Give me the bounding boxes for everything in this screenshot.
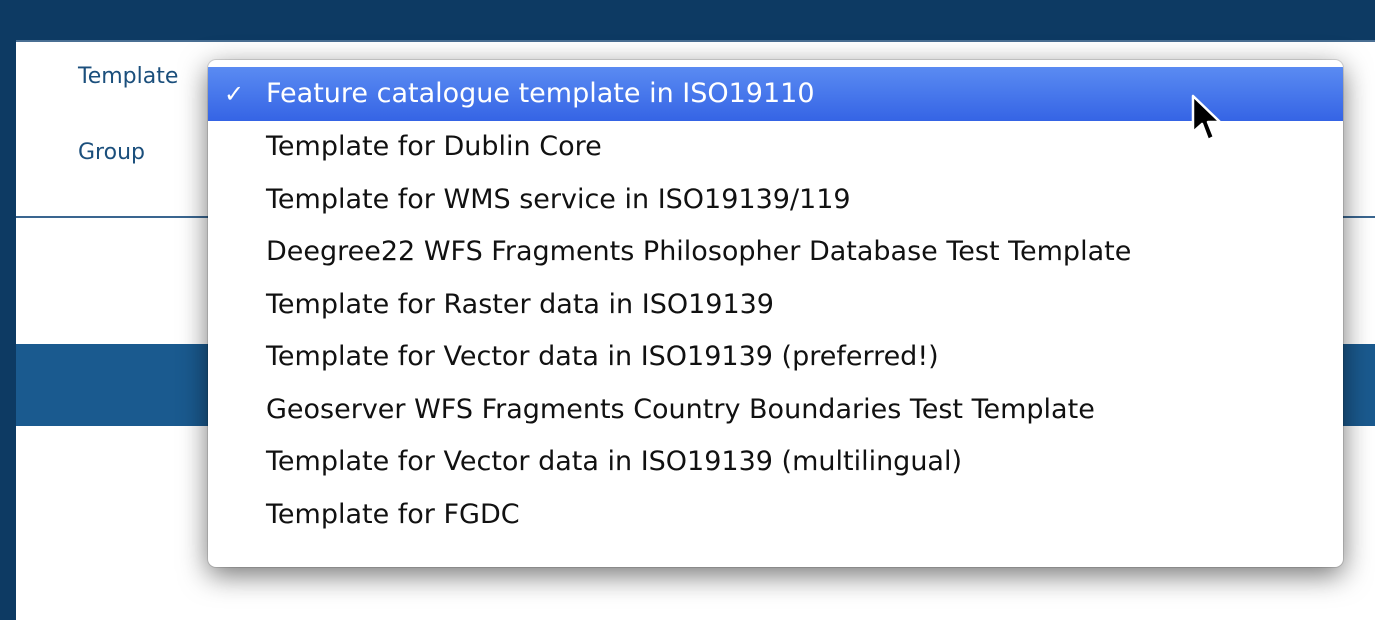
option-label: Feature catalogue template in ISO19110	[266, 78, 815, 109]
option-label: Template for Vector data in ISO19139 (mu…	[266, 446, 963, 477]
mouse-pointer-icon	[1191, 94, 1222, 142]
option-label: Geoserver WFS Fragments Country Boundari…	[266, 393, 1095, 425]
option-label: Template for Vector data in ISO19139 (pr…	[266, 341, 939, 372]
template-label: Template	[78, 64, 179, 89]
dropdown-option[interactable]: Template for Raster data in ISO19139	[208, 279, 1343, 332]
option-label: Deegree22 WFS Fragments Philosopher Data…	[266, 236, 1132, 267]
group-label: Group	[78, 140, 145, 165]
header-band	[16, 0, 1375, 40]
divider-top	[16, 40, 1375, 42]
dropdown-option[interactable]: Deegree22 WFS Fragments Philosopher Data…	[208, 226, 1343, 279]
dropdown-option[interactable]: Template for FGDC	[208, 489, 1343, 542]
dropdown-option-selected[interactable]: ✓ Feature catalogue template in ISO19110	[208, 67, 1343, 121]
option-label: Template for WMS service in ISO19139/119	[266, 183, 851, 215]
app-frame: Template Group ✓ Feature catalogue templ…	[0, 0, 1375, 620]
dropdown-option[interactable]: Template for Vector data in ISO19139 (mu…	[208, 436, 1343, 489]
dropdown-option[interactable]: Geoserver WFS Fragments Country Boundari…	[208, 384, 1343, 437]
option-label: Template for Dublin Core	[266, 131, 602, 162]
template-dropdown-menu[interactable]: ✓ Feature catalogue template in ISO19110…	[208, 60, 1343, 567]
dropdown-option[interactable]: Template for WMS service in ISO19139/119	[208, 174, 1343, 227]
dropdown-option[interactable]: Template for Vector data in ISO19139 (pr…	[208, 331, 1343, 384]
dropdown-option[interactable]: Template for Dublin Core	[208, 121, 1343, 174]
option-label: Template for FGDC	[266, 498, 520, 530]
checkmark-icon: ✓	[224, 80, 245, 108]
option-label: Template for Raster data in ISO19139	[266, 288, 774, 320]
